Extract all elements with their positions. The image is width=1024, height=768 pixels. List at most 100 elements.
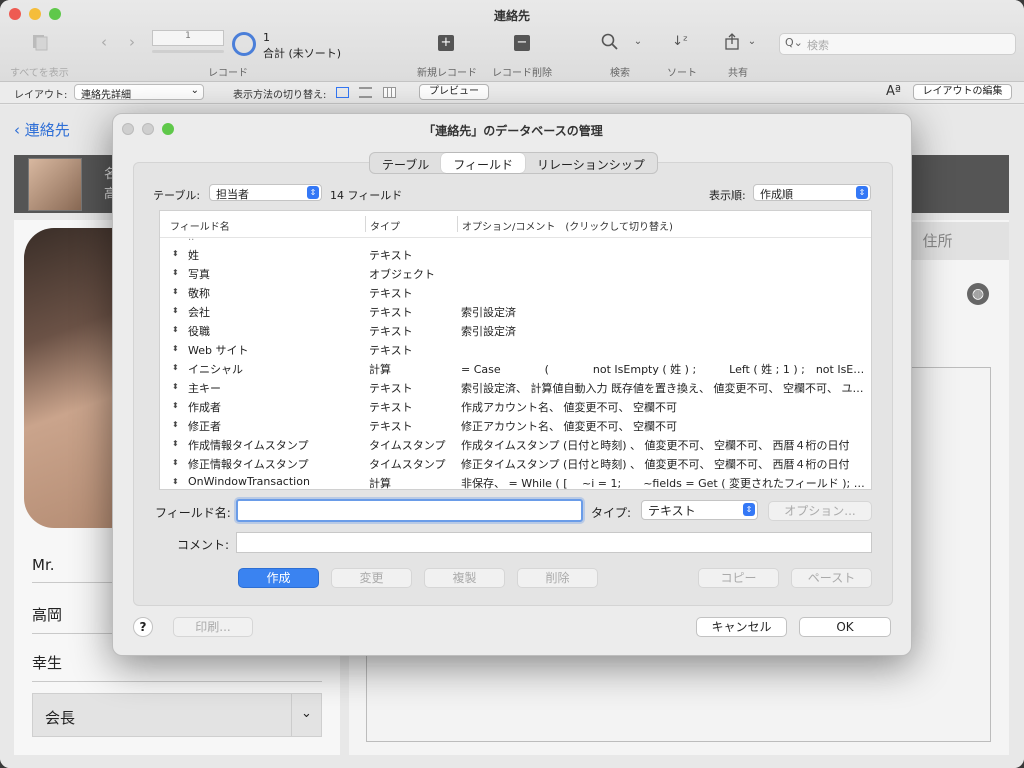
change-button[interactable]: 変更 [331,568,412,588]
print-button[interactable]: 印刷... [173,617,253,637]
first-name-field[interactable]: 幸生 [32,652,322,682]
manage-database-dialog: 「連絡先」のデータベースの管理 テーブル フィールド リレーションシップ テーブ… [112,113,912,656]
row-type: テキスト [369,306,413,319]
row-type: オブジェクト [369,268,435,281]
form-view-icon[interactable] [336,87,349,98]
row-options: 索引設定済 [461,306,516,319]
delete-record-icon[interactable]: − [514,35,530,51]
drag-handle-icon[interactable]: ⬍ [172,325,179,334]
options-button[interactable]: オプション... [768,501,872,521]
table-row[interactable]: ⬍ 写真 オブジェクト [160,264,871,283]
table-row[interactable]: ⬍ 作成者 テキスト 作成アカウント名、 値変更不可、 空欄不可 [160,397,871,416]
drag-handle-icon[interactable]: ⬍ [172,306,179,315]
preview-button[interactable]: プレビュー [419,84,489,100]
row-type: テキスト [369,382,413,395]
toolbar-search-field[interactable]: Q⌄ 検索 [779,33,1016,55]
copy-button[interactable]: コピー [698,568,779,588]
table-row[interactable]: ⬍ 役職 テキスト 索引設定済 [160,321,871,340]
table-row[interactable]: ⬍ Web サイト テキスト [160,340,871,359]
help-button[interactable]: ? [133,617,153,637]
column-header-type[interactable]: タイプ [370,218,400,233]
drag-handle-icon[interactable]: ⬍ [172,363,179,372]
delete-record-label[interactable]: レコード削除 [492,64,552,79]
row-field-name: イニシャル [188,363,243,376]
edit-layout-button[interactable]: レイアウトの編集 [913,84,1012,100]
cancel-button[interactable]: キャンセル [696,617,787,637]
paste-button[interactable]: ペースト [791,568,872,588]
row-field-name: 会社 [188,306,210,319]
table-view-icon[interactable] [383,87,396,98]
globe-icon[interactable]: ◍ [967,283,989,305]
search-icon[interactable] [600,33,620,55]
share-icon[interactable] [722,33,742,55]
column-header-options[interactable]: オプション/コメント (クリックして切り替え) [462,218,673,233]
search-placeholder: 検索 [807,39,829,52]
drag-handle-icon[interactable]: ⬍ [172,287,179,296]
tab-fields[interactable]: フィールド [441,153,526,173]
view-as-label: 表示方法の切り替え: [233,90,327,101]
row-field-name: 姓 [188,249,199,262]
table-row[interactable]: ⬍ 修正者 テキスト 修正アカウント名、 値変更不可、 空欄不可 [160,416,871,435]
row-type: テキスト [369,325,413,338]
show-all-icon[interactable] [28,33,50,55]
header-divider [160,237,871,238]
list-view-icon[interactable] [359,87,372,98]
sort-icon[interactable]: ↓ᶻ [670,34,690,49]
tab-relationships[interactable]: リレーションシップ [525,153,657,173]
table-row[interactable]: ⬍ イニシャル 計算 = Case ( not IsEmpty ( 姓 ) ; Lef… [160,359,871,378]
field-name-input[interactable] [236,499,583,522]
tab-tables[interactable]: テーブル [370,153,441,173]
column-header-field-name[interactable]: フィールド名 [170,218,230,233]
order-popup[interactable]: 作成順 ⇕ [753,184,871,201]
share-menu-chevron-icon[interactable]: ⌄ [746,36,758,47]
row-type: テキスト [369,401,413,414]
layout-popup[interactable]: 連絡先詳細 ⌄ [74,84,204,101]
search-field-icon: Q⌄ [785,36,803,49]
fields-table[interactable]: フィールド名 タイプ オプション/コメント (クリックして切り替え) ·· ⬍ 姓… [159,210,872,490]
drag-handle-icon[interactable]: ⬍ [172,477,179,486]
ok-button[interactable]: OK [799,617,891,637]
drag-handle-icon[interactable]: ⬍ [172,344,179,353]
row-options: 修正アカウント名、 値変更不可、 空欄不可 [461,420,677,433]
table-row[interactable]: ⬍ 主キー テキスト 索引設定済、 計算値自動入力 既存値を置き換え、 値変更不可、 … [160,378,871,397]
search-menu-chevron-icon[interactable]: ⌄ [632,36,644,47]
delete-button[interactable]: 削除 [517,568,598,588]
table-popup[interactable]: 担当者 ⇕ [209,184,322,201]
row-type: 計算 [369,477,391,490]
prev-record-icon[interactable]: ‹ [96,33,112,51]
text-size-icon[interactable]: Aª [886,84,901,99]
drag-handle-icon[interactable]: ⬍ [172,268,179,277]
share-label: 共有 [728,68,748,79]
chevron-down-icon: ⌄ [291,694,321,736]
drag-handle-icon[interactable]: ⬍ [172,249,179,258]
drag-handle-icon[interactable]: ⬍ [172,439,179,448]
layout-label: レイアウト: [14,90,68,101]
record-slider[interactable] [152,50,224,53]
row-field-name: 作成情報タイムスタンプ [188,439,309,452]
new-record-label[interactable]: 新規レコード [417,64,477,79]
job-title-popup[interactable]: 会長 ⌄ [32,693,322,737]
back-link[interactable]: ‹ 連絡先 [14,119,70,140]
record-number-field[interactable]: 1 [152,30,224,46]
order-value: 作成順 [760,188,793,201]
drag-handle-icon[interactable]: ⬍ [172,382,179,391]
table-row[interactable]: ⬍ 敬称 テキスト [160,283,871,302]
duplicate-button[interactable]: 複製 [424,568,505,588]
drag-handle-icon[interactable]: ⬍ [172,420,179,429]
row-type: タイムスタンプ [369,439,446,452]
table-row[interactable]: ⬍ 修正情報タイムスタンプ タイムスタンプ 修正タイムスタンプ (日付と時刻) 、 値… [160,454,871,473]
dialog-tabs: テーブル フィールド リレーションシップ [369,152,658,174]
new-record-icon[interactable]: + [438,35,454,51]
table-row[interactable]: ⬍ OnWindowTransaction 計算 非保存、 = While ( [ ~… [160,473,871,492]
contact-photo[interactable] [24,228,120,528]
drag-handle-icon[interactable]: ⬍ [172,401,179,410]
table-row[interactable]: ⬍ 姓 テキスト [160,245,871,264]
table-row[interactable]: ⬍ 会社 テキスト 索引設定済 [160,302,871,321]
create-button[interactable]: 作成 [238,568,319,588]
field-count: 14 フィールド [330,189,403,202]
comment-input[interactable] [236,532,872,553]
next-record-icon[interactable]: › [124,33,140,51]
type-popup[interactable]: テキスト ⇕ [641,500,758,520]
table-row[interactable]: ⬍ 作成情報タイムスタンプ タイムスタンプ 作成タイムスタンプ (日付と時刻) 、 値… [160,435,871,454]
drag-handle-icon[interactable]: ⬍ [172,458,179,467]
